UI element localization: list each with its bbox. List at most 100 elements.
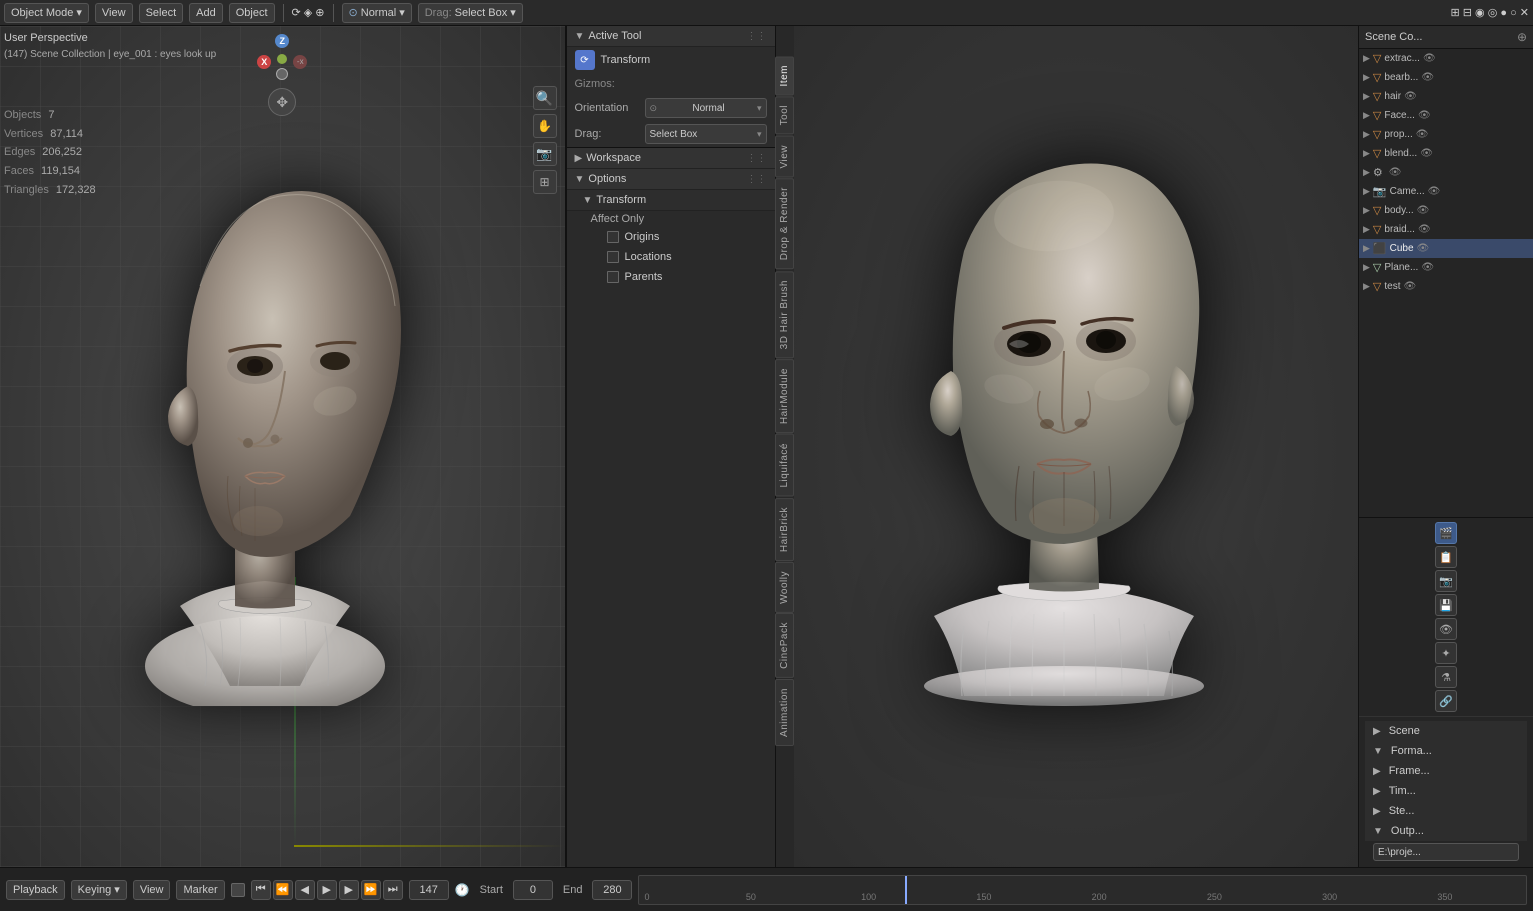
- props-tab-constraints[interactable]: 🔗: [1435, 690, 1457, 712]
- prev-frame-btn[interactable]: ⏪: [273, 880, 293, 900]
- eye-icon-blend[interactable]: 👁: [1420, 148, 1433, 159]
- output-path-field[interactable]: E:\proje...: [1373, 843, 1519, 861]
- vtab-hair-brush[interactable]: 3D Hair Brush: [775, 271, 794, 358]
- props-tab-particles[interactable]: ✦: [1435, 642, 1457, 664]
- scene-item-extrac[interactable]: ▶ ▽ extrac... 👁: [1359, 49, 1533, 68]
- pan-icon[interactable]: ✋: [533, 114, 557, 138]
- eye-icon-bearb[interactable]: 👁: [1421, 72, 1434, 83]
- eye-icon-hair[interactable]: 👁: [1404, 91, 1417, 102]
- scene-item-cube[interactable]: ▶ ⬛ Cube 👁: [1359, 239, 1533, 258]
- scene-item-bearb[interactable]: ▶ ▽ bearb... 👁: [1359, 68, 1533, 87]
- jump-start-btn[interactable]: ⏮: [251, 880, 271, 900]
- locations-item[interactable]: Locations: [567, 247, 775, 267]
- scene-props-header[interactable]: ▶ Scene: [1365, 721, 1527, 741]
- gizmo-pan[interactable]: ✥: [268, 88, 296, 116]
- eye-icon-cube[interactable]: 👁: [1417, 243, 1430, 254]
- eye-icon-face[interactable]: 👁: [1418, 110, 1431, 121]
- next-frame-btn[interactable]: ⏩: [361, 880, 381, 900]
- eye-icon-braid[interactable]: 👁: [1418, 224, 1431, 235]
- vtab-liquiface[interactable]: Liquifacé: [775, 434, 794, 497]
- gizmo-x-axis[interactable]: X: [257, 55, 271, 69]
- jump-end-btn[interactable]: ⏭: [383, 880, 403, 900]
- view-btn[interactable]: View: [133, 880, 171, 900]
- eye-icon-camera[interactable]: 👁: [1428, 186, 1441, 197]
- camera-view-icon[interactable]: 📷: [533, 142, 557, 166]
- gizmo-axes[interactable]: Z X -x: [257, 34, 307, 84]
- marker-btn[interactable]: Marker: [176, 880, 224, 900]
- output-props-header[interactable]: ▼ Outp...: [1365, 821, 1527, 841]
- keying-btn[interactable]: Keying ▾: [71, 880, 127, 900]
- vtab-cine-pack[interactable]: CinePack: [775, 613, 794, 678]
- parents-checkbox[interactable]: [607, 271, 619, 283]
- vtab-view[interactable]: View: [775, 136, 794, 178]
- options-header[interactable]: ▼ Options ⋮⋮: [567, 169, 775, 190]
- transform-sub-header[interactable]: ▼ Transform: [567, 190, 775, 211]
- end-frame-field[interactable]: 280: [592, 880, 632, 900]
- scene-item-hair[interactable]: ▶ ▽ hair 👁: [1359, 87, 1533, 106]
- scene-filter-icon[interactable]: ⊕: [1517, 30, 1527, 44]
- props-tab-view[interactable]: 👁: [1435, 618, 1457, 640]
- scene-item-face[interactable]: ▶ ▽ Face... 👁: [1359, 106, 1533, 125]
- props-tab-scene[interactable]: 🎬: [1435, 522, 1457, 544]
- time-props-header[interactable]: ▶ Tim...: [1365, 781, 1527, 801]
- scene-item-blend[interactable]: ▶ ▽ blend... 👁: [1359, 144, 1533, 163]
- play-btn[interactable]: ▶: [317, 880, 337, 900]
- playback-btn[interactable]: Playback: [6, 880, 65, 900]
- vtab-item[interactable]: Item: [775, 56, 794, 95]
- active-tool-header[interactable]: ▼ Active Tool ⋮⋮: [567, 26, 775, 47]
- current-frame-display[interactable]: 147: [409, 880, 449, 900]
- scene-item-plane[interactable]: ▶ ▽ Plane... 👁: [1359, 258, 1533, 277]
- object-mode-dropdown[interactable]: Object Mode ▾: [4, 3, 89, 23]
- eye-icon-prop[interactable]: 👁: [1416, 129, 1429, 140]
- drag-dropdown[interactable]: Select Box ▾: [645, 124, 767, 144]
- step-props-header[interactable]: ▶ Ste...: [1365, 801, 1527, 821]
- eye-icon-body[interactable]: 👁: [1417, 205, 1430, 216]
- scene-item-braid[interactable]: ▶ ▽ braid... 👁: [1359, 220, 1533, 239]
- grid-icon[interactable]: ⊞: [533, 170, 557, 194]
- timeline-area[interactable]: 0 50 100 150 200 250 300 350: [638, 875, 1527, 905]
- scene-item-test[interactable]: ▶ ▽ test 👁: [1359, 277, 1533, 296]
- eye-icon-extrac[interactable]: 👁: [1423, 53, 1436, 64]
- select-menu[interactable]: Select: [139, 3, 184, 23]
- stop-indicator[interactable]: [231, 883, 245, 897]
- props-tab-render[interactable]: 📷: [1435, 570, 1457, 592]
- props-tab-physics[interactable]: ⚗: [1435, 666, 1457, 688]
- frame-props-header[interactable]: ▶ Frame...: [1365, 761, 1527, 781]
- workspace-header[interactable]: ▶ Workspace ⋮⋮: [567, 148, 775, 169]
- eye-icon-gear[interactable]: 👁: [1389, 167, 1402, 178]
- scene-item-prop[interactable]: ▶ ▽ prop... 👁: [1359, 125, 1533, 144]
- locations-checkbox[interactable]: [607, 251, 619, 263]
- viewport-right[interactable]: [794, 26, 1359, 867]
- gizmo-z-axis[interactable]: Z: [275, 34, 289, 48]
- gizmo-y-axis[interactable]: [276, 68, 288, 80]
- parents-item[interactable]: Parents: [567, 267, 775, 287]
- scene-item-camera[interactable]: ▶ 📷 Came... 👁: [1359, 182, 1533, 201]
- vtab-hair-brick[interactable]: HairBrick: [775, 498, 794, 561]
- add-menu[interactable]: Add: [189, 3, 223, 23]
- next-keyframe-btn[interactable]: ▶: [339, 880, 359, 900]
- scene-item-gear[interactable]: ▶ ⚙ 👁: [1359, 163, 1533, 182]
- origins-checkbox[interactable]: [607, 231, 619, 243]
- vtab-animation[interactable]: Animation: [775, 679, 794, 746]
- view-menu[interactable]: View: [95, 3, 133, 23]
- vtab-drop-render[interactable]: Drop & Render: [775, 178, 794, 269]
- drag-select-dropdown[interactable]: Drag: Select Box ▾: [418, 3, 523, 23]
- props-tab-output[interactable]: 💾: [1435, 594, 1457, 616]
- mode-normal-dropdown[interactable]: ⊙ Normal ▾: [342, 3, 412, 23]
- origins-item[interactable]: Origins: [567, 227, 775, 247]
- prev-keyframe-btn[interactable]: ◀: [295, 880, 315, 900]
- object-menu[interactable]: Object: [229, 3, 275, 23]
- scene-item-body[interactable]: ▶ ▽ body... 👁: [1359, 201, 1533, 220]
- viewport-left[interactable]: User Perspective (147) Scene Collection …: [0, 26, 566, 867]
- vtab-tool[interactable]: Tool: [775, 96, 794, 134]
- eye-icon-plane[interactable]: 👁: [1421, 262, 1434, 273]
- orientation-dropdown[interactable]: ⊙ Normal ▾: [645, 98, 767, 118]
- gizmo-x-neg-axis[interactable]: -x: [293, 55, 307, 69]
- vtab-woolly[interactable]: Woolly: [775, 562, 794, 613]
- eye-icon-test[interactable]: 👁: [1404, 281, 1417, 292]
- zoom-in-icon[interactable]: 🔍: [533, 86, 557, 110]
- vtab-hair-module[interactable]: HairModule: [775, 359, 794, 433]
- props-tab-format[interactable]: 📋: [1435, 546, 1457, 568]
- start-frame-field[interactable]: 0: [513, 880, 553, 900]
- format-props-header[interactable]: ▼ Forma...: [1365, 741, 1527, 761]
